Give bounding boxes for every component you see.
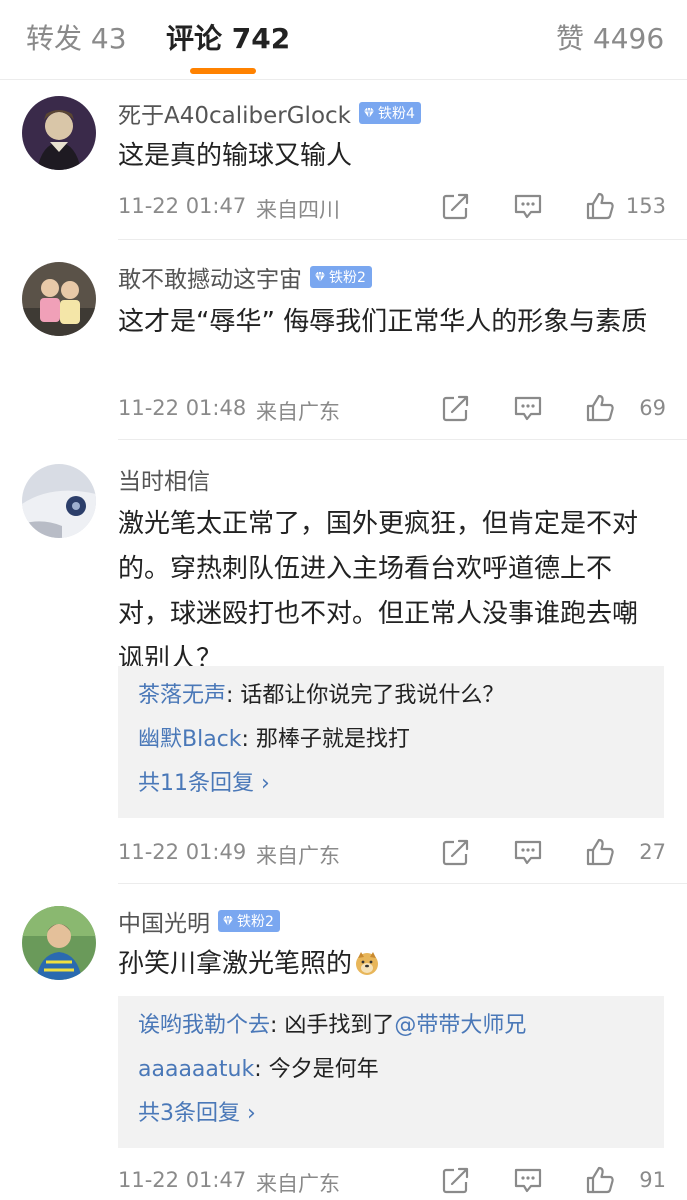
username[interactable]: 死于A40caliberGlock (118, 96, 351, 130)
reply-preview[interactable]: 诶哟我勒个去: 凶手找到了@带带大师兄 aaaaaatuk: 今夕是何年 共3条… (118, 996, 664, 1148)
reply-text: : 话都让你说完了我说什么？ (226, 683, 505, 708)
comment-item: 中国光明 铁粉2 孙笑川拿激光笔照的 诶哟我勒个去: 凶手找到了@带带大师兄 a… (0, 884, 687, 1200)
mention-link[interactable]: @带带大师兄 (394, 1013, 526, 1038)
user-row: 敢不敢撼动这宇宙 铁粉2 (118, 260, 372, 294)
like-count[interactable]: 69 (624, 396, 666, 420)
avatar[interactable] (22, 906, 96, 980)
comment-item: 当时相信 激光笔太正常了，国外更疯狂，但肯定是不对的。穿热刺队伍进入主场看台欢呼… (0, 440, 687, 884)
thumbs-up-icon[interactable] (584, 836, 616, 868)
reply-username[interactable]: 幽默Black (138, 727, 242, 752)
like-count[interactable]: 91 (624, 1168, 666, 1192)
comment-time: 11-22 01:47 (118, 194, 247, 218)
like-count[interactable]: 27 (624, 840, 666, 864)
comment-item: 敢不敢撼动这宇宙 铁粉2 这才是“辱华” 侮辱我们正常华人的形象与素质 11-2… (0, 240, 687, 440)
active-tab-indicator (190, 68, 256, 74)
user-row: 死于A40caliberGlock 铁粉4 (118, 96, 421, 130)
reply-text: : 凶手找到了 (270, 1013, 395, 1038)
reply-username[interactable]: aaaaaatuk (138, 1057, 254, 1082)
comment-meta: 11-22 01:47 来自广东 91 (118, 1164, 666, 1198)
diamond-icon (314, 271, 326, 283)
comment-item: 死于A40caliberGlock 铁粉4 这是真的输球又输人 11-22 01… (0, 80, 687, 240)
reply-item: 幽默Black: 那棒子就是找打 (138, 724, 410, 756)
comment-meta: 11-22 01:47 来自四川 153 (118, 190, 666, 224)
user-row: 中国光明 铁粉2 (118, 904, 280, 938)
fan-badge: 铁粉2 (310, 266, 372, 288)
more-replies-link[interactable]: 共3条回复 › (138, 1098, 256, 1130)
comment-meta: 11-22 01:48 来自广东 69 (118, 392, 666, 426)
share-icon[interactable] (440, 1164, 472, 1196)
fan-badge: 铁粉2 (218, 910, 280, 932)
comment-icon[interactable] (512, 836, 544, 868)
username[interactable]: 当时相信 (118, 462, 210, 496)
comment-location: 来自四川 (256, 198, 340, 222)
comment-location: 来自广东 (256, 1172, 340, 1196)
tab-comments[interactable]: 评论 742 (166, 20, 290, 58)
reply-item: aaaaaatuk: 今夕是何年 (138, 1054, 379, 1086)
comment-text-content: 孙笑川拿激光笔照的 (118, 949, 353, 979)
comment-time: 11-22 01:49 (118, 840, 247, 864)
diamond-icon (363, 107, 375, 119)
avatar[interactable] (22, 262, 96, 336)
user-row: 当时相信 (118, 462, 210, 496)
more-replies-link[interactable]: 共11条回复 › (138, 768, 270, 800)
reply-username[interactable]: 茶落无声 (138, 683, 226, 708)
reply-item: 茶落无声: 话都让你说完了我说什么？ (138, 680, 504, 712)
comment-meta: 11-22 01:49 来自广东 27 (118, 836, 666, 870)
fan-badge-label: 铁粉2 (329, 270, 366, 286)
comment-text: 这是真的输球又输人 (118, 141, 353, 171)
reply-text: : 那棒子就是找打 (241, 727, 410, 752)
avatar[interactable] (22, 96, 96, 170)
username[interactable]: 中国光明 (118, 904, 210, 938)
comment-location: 来自广东 (256, 400, 340, 424)
fan-badge-label: 铁粉4 (377, 106, 415, 122)
comment-icon[interactable] (512, 392, 544, 424)
reply-username[interactable]: 诶哟我勒个去 (138, 1013, 270, 1038)
share-icon[interactable] (440, 392, 472, 424)
avatar[interactable] (22, 464, 96, 538)
reply-text: : 今夕是何年 (254, 1057, 379, 1082)
comment-tab-bar: 转发 43 评论 742 赞 4496 (0, 0, 687, 80)
comment-time: 11-22 01:47 (118, 1168, 247, 1192)
fan-badge-label: 铁粉2 (237, 914, 274, 930)
reply-preview[interactable]: 茶落无声: 话都让你说完了我说什么？ 幽默Black: 那棒子就是找打 共11条… (118, 666, 664, 818)
comment-text: 孙笑川拿激光笔照的 (118, 942, 658, 987)
username[interactable]: 敢不敢撼动这宇宙 (118, 260, 302, 294)
comment-text: 这才是“辱华” 侮辱我们正常华人的形象与素质 (118, 307, 648, 337)
tab-reposts[interactable]: 转发 43 (26, 20, 127, 58)
thumbs-up-icon[interactable] (584, 190, 616, 222)
thumbs-up-icon[interactable] (584, 1164, 616, 1196)
comment-time: 11-22 01:48 (118, 396, 247, 420)
diamond-icon (222, 915, 234, 927)
fan-badge: 铁粉4 (358, 102, 421, 124)
tab-likes[interactable]: 赞 4496 (556, 20, 664, 58)
comment-icon[interactable] (512, 1164, 544, 1196)
comment-location: 来自广东 (256, 844, 340, 868)
reply-item: 诶哟我勒个去: 凶手找到了@带带大师兄 (138, 1010, 526, 1042)
like-count[interactable]: 153 (624, 194, 666, 218)
comment-text: 激光笔太正常了，国外更疯狂，但肯定是不对的。穿热刺队伍进入主场看台欢呼道德上不对… (118, 509, 639, 674)
share-icon[interactable] (440, 190, 472, 222)
share-icon[interactable] (440, 836, 472, 868)
thumbs-up-icon[interactable] (584, 392, 616, 424)
doge-emoji-icon (356, 952, 379, 975)
comment-icon[interactable] (512, 190, 544, 222)
